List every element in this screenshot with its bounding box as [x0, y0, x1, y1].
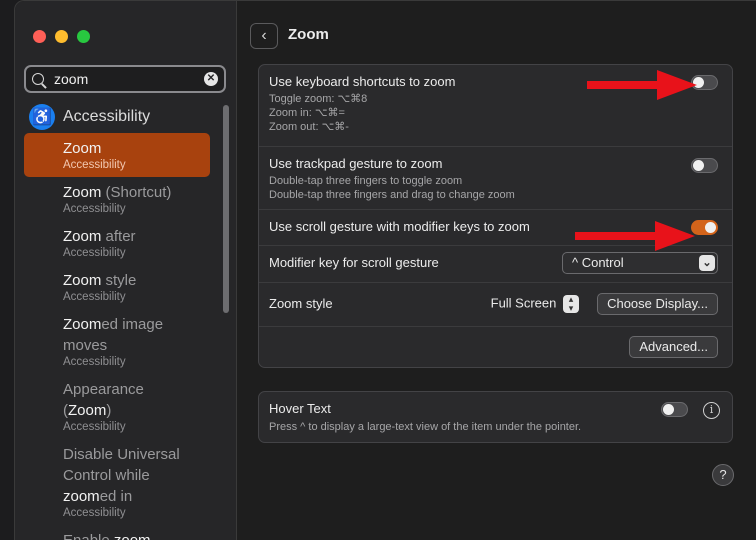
result-title: Appearance (Zoom)	[63, 381, 144, 419]
result-title: Zoom style	[63, 272, 137, 289]
result-subtitle: Accessibility	[63, 291, 126, 303]
modifier-key-row: Modifier key for scroll gesture ^ Contro…	[259, 246, 732, 283]
sidebar-item-appearance-zoom[interactable]: Appearance (Zoom) Accessibility	[24, 374, 174, 439]
zoom-options-card: Use keyboard shortcuts to zoom Toggle zo…	[258, 64, 733, 368]
zoom-style-select[interactable]: Full Screen ▴ ▾	[491, 295, 579, 313]
sidebar-item-enable-zoom[interactable]: Enable zoom	[24, 525, 210, 540]
sidebar-item-zoomed-image-moves[interactable]: Zoomed image moves Accessibility	[24, 309, 174, 374]
chevron-down-icon: ⌄	[699, 255, 715, 271]
scroll-gesture-toggle[interactable]	[691, 220, 718, 235]
search-input[interactable]: zoom	[54, 71, 204, 87]
minimize-window-button[interactable]	[55, 30, 68, 43]
sidebar-item-disable-universal-control[interactable]: Disable Universal Control while zoomed i…	[24, 439, 200, 525]
result-subtitle: Accessibility	[63, 247, 126, 259]
zoom-style-row: Zoom style Full Screen ▴ ▾ Choose Display…	[259, 283, 732, 327]
hover-text-label: Hover Text	[269, 401, 331, 416]
result-subtitle: Accessibility	[63, 421, 126, 433]
hover-text-card: Hover Text Press ^ to display a large-te…	[258, 391, 733, 443]
settings-window: zoom ✕ ♿ Accessibility Zoom Accessibilit…	[14, 0, 756, 540]
result-title: Zoom after	[63, 228, 136, 245]
modifier-key-select[interactable]: ^ Control ⌄	[562, 252, 718, 274]
trackpad-gesture-row: Use trackpad gesture to zoom Double-tap …	[259, 147, 732, 210]
trackpad-hint-1: Double-tap three fingers to toggle zoom	[269, 175, 463, 187]
zoom-style-value: Full Screen	[490, 295, 557, 311]
modifier-key-value: ^ Control	[572, 255, 624, 270]
sidebar-item-zoom-after[interactable]: Zoom after Accessibility	[24, 221, 210, 265]
page-title: Zoom	[288, 26, 329, 43]
zoom-window-button[interactable]	[77, 30, 90, 43]
trackpad-hint-2: Double-tap three fingers and drag to cha…	[269, 189, 515, 201]
result-subtitle: Accessibility	[63, 507, 126, 519]
result-subtitle: Accessibility	[63, 356, 126, 368]
zoom-out-hint: Zoom out: ⌥⌘-	[269, 121, 349, 133]
result-title: Zoomed image moves	[63, 316, 164, 354]
sidebar: zoom ✕ ♿ Accessibility Zoom Accessibilit…	[15, 1, 237, 540]
hover-text-row: Hover Text Press ^ to display a large-te…	[259, 392, 732, 442]
hover-text-toggle[interactable]	[661, 402, 688, 417]
clear-search-icon[interactable]: ✕	[204, 72, 218, 86]
accessibility-icon: ♿	[29, 104, 55, 130]
back-button[interactable]: ‹	[250, 23, 278, 49]
help-button[interactable]: ?	[712, 464, 734, 486]
choose-display-button[interactable]: Choose Display...	[597, 293, 718, 315]
search-results: ♿ Accessibility Zoom Accessibility Zoom …	[15, 101, 237, 540]
zoom-in-hint: Zoom in: ⌥⌘=	[269, 107, 345, 119]
updown-chevron-icon: ▴ ▾	[563, 295, 579, 313]
search-field[interactable]: zoom ✕	[24, 65, 226, 93]
sidebar-scrollbar[interactable]	[223, 105, 229, 313]
result-title: Zoom	[63, 140, 102, 157]
annotation-arrow-icon	[575, 221, 695, 251]
sidebar-section-accessibility[interactable]: ♿ Accessibility	[15, 101, 237, 133]
traffic-lights	[33, 30, 90, 43]
chevron-left-icon: ‹	[261, 27, 267, 44]
trackpad-gesture-toggle[interactable]	[691, 158, 718, 173]
main-pane: ‹ Zoom Use keyboard shortcuts to zoom To…	[238, 1, 756, 540]
result-subtitle: Accessibility	[63, 203, 126, 215]
advanced-button[interactable]: Advanced...	[629, 336, 718, 358]
advanced-row: Advanced...	[259, 327, 732, 367]
sidebar-section-label: Accessibility	[63, 108, 151, 125]
result-title: Zoom (Shortcut)	[63, 184, 172, 201]
info-icon[interactable]: i	[703, 402, 720, 419]
sidebar-item-zoom-shortcut[interactable]: Zoom (Shortcut) Accessibility	[24, 177, 210, 221]
annotation-arrow-icon	[587, 70, 697, 100]
close-window-button[interactable]	[33, 30, 46, 43]
sidebar-item-zoom-style[interactable]: Zoom style Accessibility	[24, 265, 210, 309]
sidebar-item-zoom[interactable]: Zoom Accessibility	[24, 133, 210, 177]
result-title: Disable Universal Control while zoomed i…	[63, 446, 180, 505]
result-title: Enable zoom	[63, 530, 210, 540]
trackpad-gesture-label: Use trackpad gesture to zoom	[269, 156, 443, 171]
result-subtitle: Accessibility	[63, 159, 126, 171]
hover-text-description: Press ^ to display a large-text view of …	[269, 421, 582, 433]
search-icon	[32, 73, 44, 85]
